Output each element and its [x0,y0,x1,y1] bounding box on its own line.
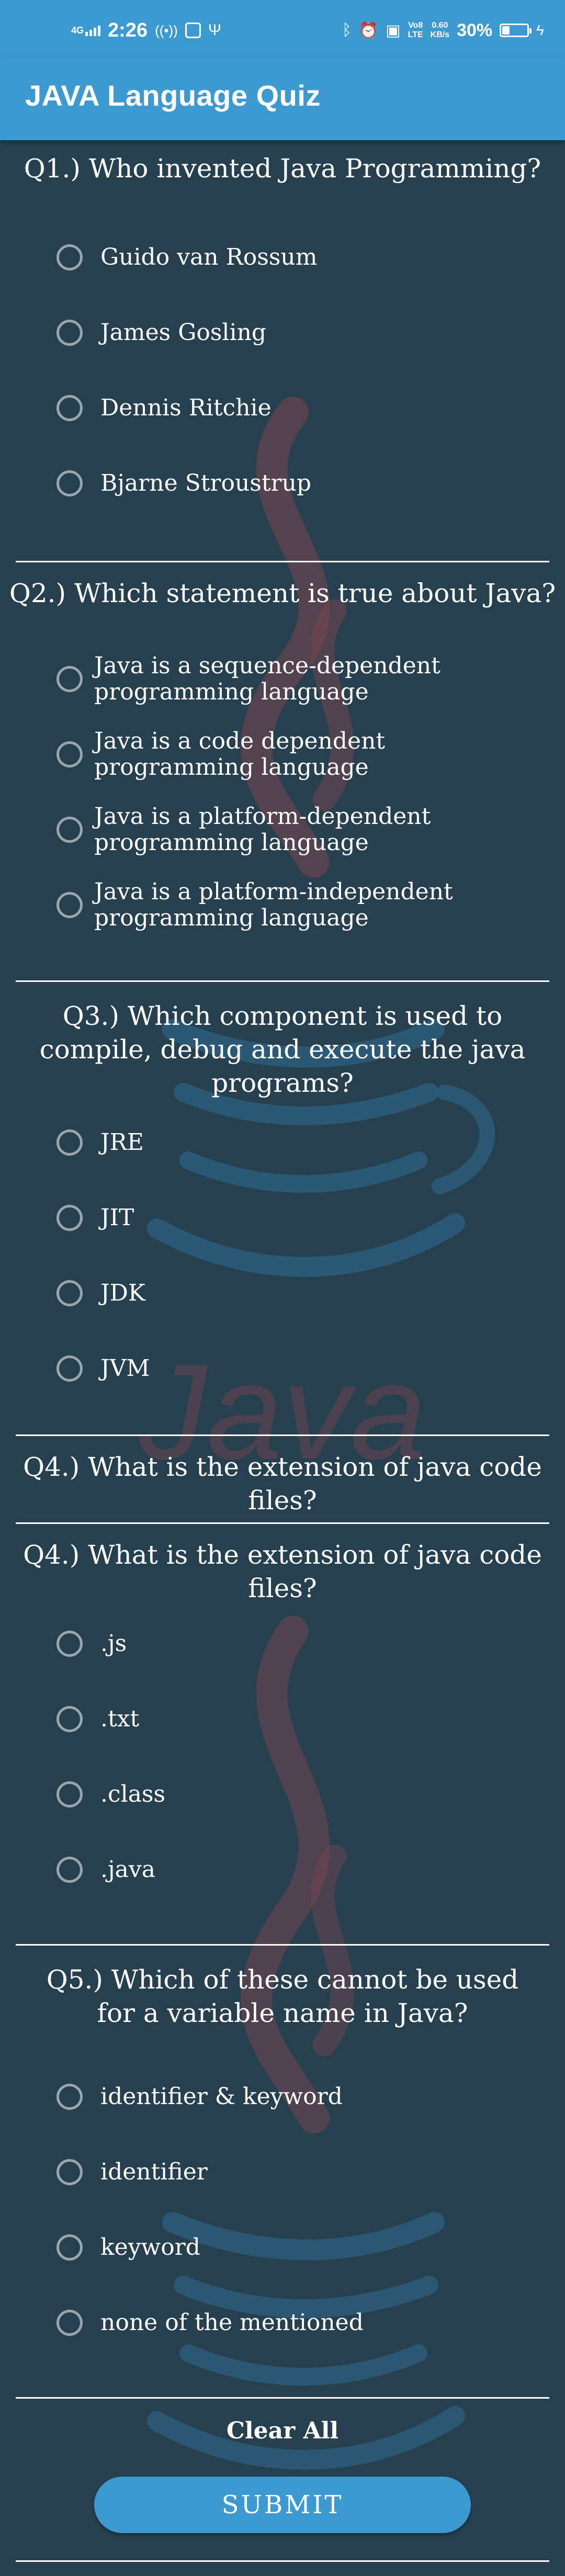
option-label: Java is a platform-independent programmi… [94,878,453,931]
question-1-title: Q1.) Who invented Java Programming? [24,153,541,184]
q5-option-2[interactable]: identifier [56,2159,208,2185]
radio-button[interactable] [56,741,83,767]
divider [16,1434,549,1436]
divider [16,2397,549,2399]
network-type: 4G [71,25,84,36]
network-speed: 0.60 KB/s [430,21,450,39]
option-label: JRE [100,1129,144,1156]
divider [16,1522,549,1524]
q3-option-4[interactable]: JVM [56,1355,150,1382]
radio-button[interactable] [56,1856,83,1883]
divider [16,561,549,562]
option-label: Guido van Rossum [100,244,318,270]
q3-option-3[interactable]: JDK [56,1280,145,1306]
radio-button[interactable] [56,2234,83,2261]
signal-icon: 4G [71,25,101,36]
option-label: JVM [100,1355,150,1382]
question-3-title: Q3.) Which component is used to compile,… [39,1001,526,1098]
option-label: JIT [100,1204,134,1231]
q5-option-4[interactable]: none of the mentioned [56,2309,364,2336]
option-label: .txt [100,1705,140,1732]
q3-option-2[interactable]: JIT [56,1204,134,1231]
radio-button[interactable] [56,2309,83,2336]
option-label: .js [100,1630,127,1657]
q4-option-1[interactable]: .js [56,1630,127,1657]
radio-button[interactable] [56,892,83,918]
vibrate-icon: ▣ [386,21,401,39]
radio-button[interactable] [56,394,83,421]
option-label: Dennis Ritchie [100,394,272,421]
app-bar: JAVA Language Quiz [0,58,565,140]
app-notification-icon [185,22,201,38]
radio-button[interactable] [56,1705,83,1732]
question-4-title: Q4.) What is the extension of java code … [23,1540,542,1603]
radio-button[interactable] [56,470,83,496]
q4-option-2[interactable]: .txt [56,1705,139,1732]
app-title: JAVA Language Quiz [25,79,321,112]
hotspot-icon: ((•)) [155,22,178,38]
radio-button[interactable] [56,2159,83,2185]
q1-option-4[interactable]: Bjarne Stroustrup [56,470,311,496]
submit-button[interactable]: SUBMIT [94,2477,471,2533]
radio-button[interactable] [56,1280,83,1306]
option-label: JDK [100,1280,145,1306]
option-label: .class [100,1781,166,1807]
q2-option-4[interactable]: Java is a platform-independent programmi… [56,879,523,931]
divider [16,2560,549,2562]
option-label: identifier & keyword [100,2083,343,2110]
q1-option-2[interactable]: James Gosling [56,319,266,346]
status-time: 2:26 [108,19,148,41]
option-label: Bjarne Stroustrup [100,470,312,496]
option-label: .java [100,1856,155,1883]
q2-option-1[interactable]: Java is a sequence-dependent programming… [56,653,523,705]
status-bar: 4G 2:26 ((•)) Ψ ᛒ ⏰ ▣ Vo8 LTE 0.60 KB/s … [0,0,565,58]
radio-button[interactable] [56,1204,83,1231]
alarm-icon: ⏰ [358,21,379,39]
radio-button[interactable] [56,1129,83,1156]
option-label: Java is a code dependent programming lan… [94,728,386,781]
q1-option-1[interactable]: Guido van Rossum [56,244,317,270]
status-bar-right: ᛒ ⏰ ▣ Vo8 LTE 0.60 KB/s 30% ϟ [342,18,544,43]
status-bar-left: 4G 2:26 ((•)) Ψ [71,18,221,43]
volte-indicator: Vo8 LTE [408,21,423,39]
q4-option-4[interactable]: .java [56,1856,155,1883]
q5-option-3[interactable]: keyword [56,2234,200,2261]
option-label: identifier [100,2159,208,2185]
usb-icon: Ψ [208,21,221,39]
question-2-title: Q2.) Which statement is true about Java? [9,578,556,608]
radio-button[interactable] [56,1630,83,1657]
radio-button[interactable] [56,817,83,843]
q2-option-2[interactable]: Java is a code dependent programming lan… [56,728,523,781]
bluetooth-icon: ᛒ [342,21,352,39]
q4-option-3[interactable]: .class [56,1781,165,1807]
divider [16,1944,549,1946]
q1-option-3[interactable]: Dennis Ritchie [56,394,272,421]
radio-button[interactable] [56,244,83,270]
radio-button[interactable] [56,1355,83,1382]
radio-button[interactable] [56,319,83,346]
radio-button[interactable] [56,2083,83,2110]
battery-icon [500,24,532,37]
radio-button[interactable] [56,666,83,692]
question-5-title: Q5.) Which of these cannot be used for a… [46,1964,519,2028]
q2-option-3[interactable]: Java is a platform-dependent programming… [56,804,523,856]
radio-button[interactable] [56,1781,83,1807]
charging-icon: ϟ [536,22,544,38]
question-4-title-duplicate: Q4.) What is the extension of java code … [23,1452,542,1516]
q3-option-1[interactable]: JRE [56,1129,144,1156]
divider [16,980,549,982]
q5-option-1[interactable]: identifier & keyword [56,2083,343,2110]
clear-all-button[interactable]: Clear All [0,2417,565,2445]
option-label: keyword [100,2234,200,2261]
option-label: James Gosling [100,319,267,346]
option-label: Java is a sequence-dependent programming… [94,652,440,705]
option-label: Java is a platform-dependent programming… [94,803,431,856]
battery-percentage: 30% [457,20,493,40]
option-label: none of the mentioned [100,2309,364,2336]
